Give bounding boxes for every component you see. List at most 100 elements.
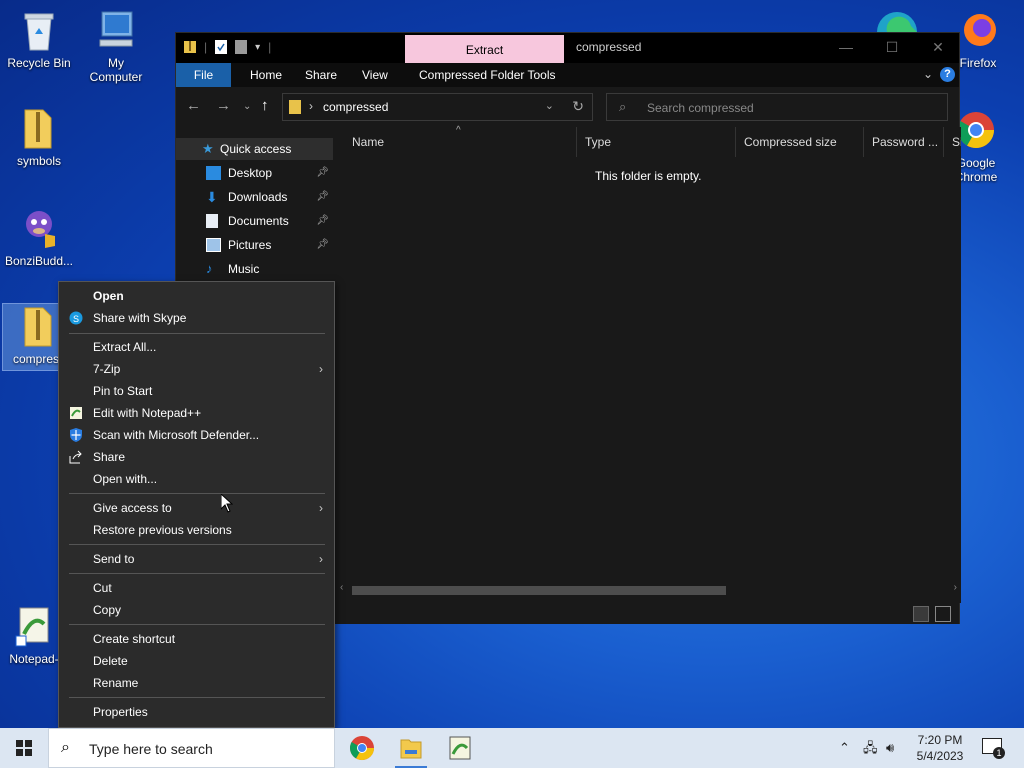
zip-folder-icon [289,100,301,114]
nav-item-downloads[interactable]: ⬇ Downloads 📌︎ [176,186,333,208]
context-menu[interactable]: Open S Share with Skype Extract All... 7… [58,281,335,728]
menu-item-share[interactable]: Share [60,446,333,468]
column-header-name[interactable]: Name [344,127,577,157]
properties-icon[interactable] [215,40,228,54]
notepadpp-taskbar-icon[interactable] [436,728,484,768]
horizontal-scrollbar[interactable]: ‹ › [336,582,961,598]
file-list[interactable]: ^ Name Type Compressed size Password ...… [336,125,961,603]
tab-extract[interactable]: Extract [405,35,564,63]
pin-icon[interactable]: 📌︎ [316,210,329,232]
share-icon [69,450,82,464]
large-icons-view-icon[interactable] [935,606,951,622]
pin-icon[interactable]: 📌︎ [316,162,329,184]
menu-item-create-shortcut[interactable]: Create shortcut [60,628,333,650]
menu-item-copy[interactable]: Copy [60,599,333,621]
column-header-compressed-size[interactable]: Compressed size [736,127,864,157]
menu-item-extract-all[interactable]: Extract All... [60,336,333,358]
column-header-size[interactable]: Si [944,127,961,157]
details-view-icon[interactable] [913,606,929,622]
chrome-taskbar-icon[interactable] [338,728,386,768]
nav-item-music[interactable]: ♪ Music [176,258,333,280]
chevron-right-icon[interactable]: › [309,99,313,113]
desktop-icon-bonzibuddy[interactable]: BonziBudd... [3,206,75,268]
close-button[interactable]: ✕ [915,33,961,61]
desktop-icon-symbols[interactable]: symbols [3,106,75,168]
new-folder-icon[interactable] [235,40,248,54]
menu-item-label: Rename [93,676,139,690]
firefox-icon [964,14,996,46]
menu-item-pin-to-start[interactable]: Pin to Start [60,380,333,402]
chevron-down-icon[interactable]: ⌄ [545,99,554,112]
address-path[interactable]: compressed [323,100,388,114]
menu-item-send-to[interactable]: Send to › [60,548,333,570]
menu-item-properties[interactable]: Properties [60,701,333,723]
tab-view[interactable]: View [352,63,398,87]
nav-item-quick-access[interactable]: ★ Quick access [176,138,333,160]
customize-qat-icon[interactable]: ▾ [255,42,260,53]
tab-compressed-folder-tools[interactable]: Compressed Folder Tools [409,63,566,87]
search-placeholder[interactable]: Search compressed [647,101,754,115]
menu-separator [69,697,325,698]
tab-home[interactable]: Home [240,63,292,87]
notepadpp-icon [70,407,82,419]
menu-item-restore-previous-versions[interactable]: Restore previous versions [60,519,333,541]
desktop-icon-recycle-bin[interactable]: Recycle Bin [3,8,75,70]
edge-icon[interactable] [873,6,921,32]
menu-item-7zip[interactable]: 7-Zip › [60,358,333,380]
clock-time: 7:20 PM [917,733,963,747]
pin-icon[interactable]: 📌︎ [316,186,329,208]
recent-locations-icon[interactable]: ⌄ [243,101,251,112]
forward-arrow-icon[interactable]: → [216,97,231,114]
download-icon: ⬇ [206,189,218,205]
menu-item-label: Open [93,289,124,303]
pin-icon[interactable]: 📌︎ [316,234,329,256]
scrollbar-thumb[interactable] [352,586,726,595]
title-bar[interactable]: | ▾ | Extract compressed — ☐ ✕ [176,33,959,63]
defender-icon [70,428,82,442]
nav-item-pictures[interactable]: Pictures 📌︎ [176,234,333,256]
network-icon[interactable]: 🖧︎ [863,728,878,768]
clock[interactable]: 7:20 PM 5/4/2023 [912,732,968,764]
refresh-icon[interactable]: ↻ [572,98,584,115]
minimize-button[interactable]: — [823,33,869,61]
windows-start-icon[interactable] [0,728,48,768]
menu-item-edit-notepadpp[interactable]: Edit with Notepad++ [60,402,333,424]
skype-icon: S [69,311,83,325]
search-box[interactable]: ⌕ Search compressed [606,93,948,121]
tab-share[interactable]: Share [295,63,347,87]
desktop-icon-my-computer[interactable]: My Computer [80,8,152,84]
address-bar[interactable]: › compressed ⌄ ↻ [282,93,593,121]
scroll-right-icon[interactable]: › [954,582,957,593]
tab-file[interactable]: File [176,63,231,87]
column-header-type[interactable]: Type [577,127,736,157]
nav-item-desktop[interactable]: Desktop 📌︎ [176,162,333,184]
file-explorer-taskbar-button[interactable] [387,728,435,768]
folder-icon[interactable] [184,40,196,54]
back-arrow-icon[interactable]: ← [186,97,201,114]
menu-item-give-access-to[interactable]: Give access to › [60,497,333,519]
menu-item-share-with-skype[interactable]: S Share with Skype [60,307,333,329]
menu-item-cut[interactable]: Cut [60,577,333,599]
desktop-icon-label: BonziBudd... [4,254,74,268]
picture-icon [206,238,221,252]
scroll-left-icon[interactable]: ‹ [340,582,343,593]
menu-item-delete[interactable]: Delete [60,650,333,672]
menu-item-label: Properties [93,705,148,719]
taskbar-search-placeholder[interactable]: Type here to search [89,741,213,757]
taskbar-search-box[interactable]: ⌕ Type here to search [48,728,335,768]
menu-item-scan-defender[interactable]: Scan with Microsoft Defender... [60,424,333,446]
nav-item-documents[interactable]: Documents 📌︎ [176,210,333,232]
notification-icon[interactable]: 1 [982,738,1005,759]
up-arrow-icon[interactable]: ↑ [261,97,269,114]
column-header-password[interactable]: Password ... [864,127,944,157]
help-button[interactable]: ? [940,67,955,82]
menu-item-rename[interactable]: Rename [60,672,333,694]
menu-item-open-with[interactable]: Open with... [60,468,333,490]
volume-icon[interactable]: 🔊︎ [886,728,894,768]
menu-item-label: Send to [93,552,135,566]
show-hidden-icons-icon[interactable]: ⌃ [839,728,850,768]
menu-item-open[interactable]: Open [60,285,333,307]
desktop-icon-label: My Computer [89,56,143,84]
expand-ribbon-icon[interactable]: ⌄ [923,67,933,81]
maximize-button[interactable]: ☐ [869,33,915,61]
